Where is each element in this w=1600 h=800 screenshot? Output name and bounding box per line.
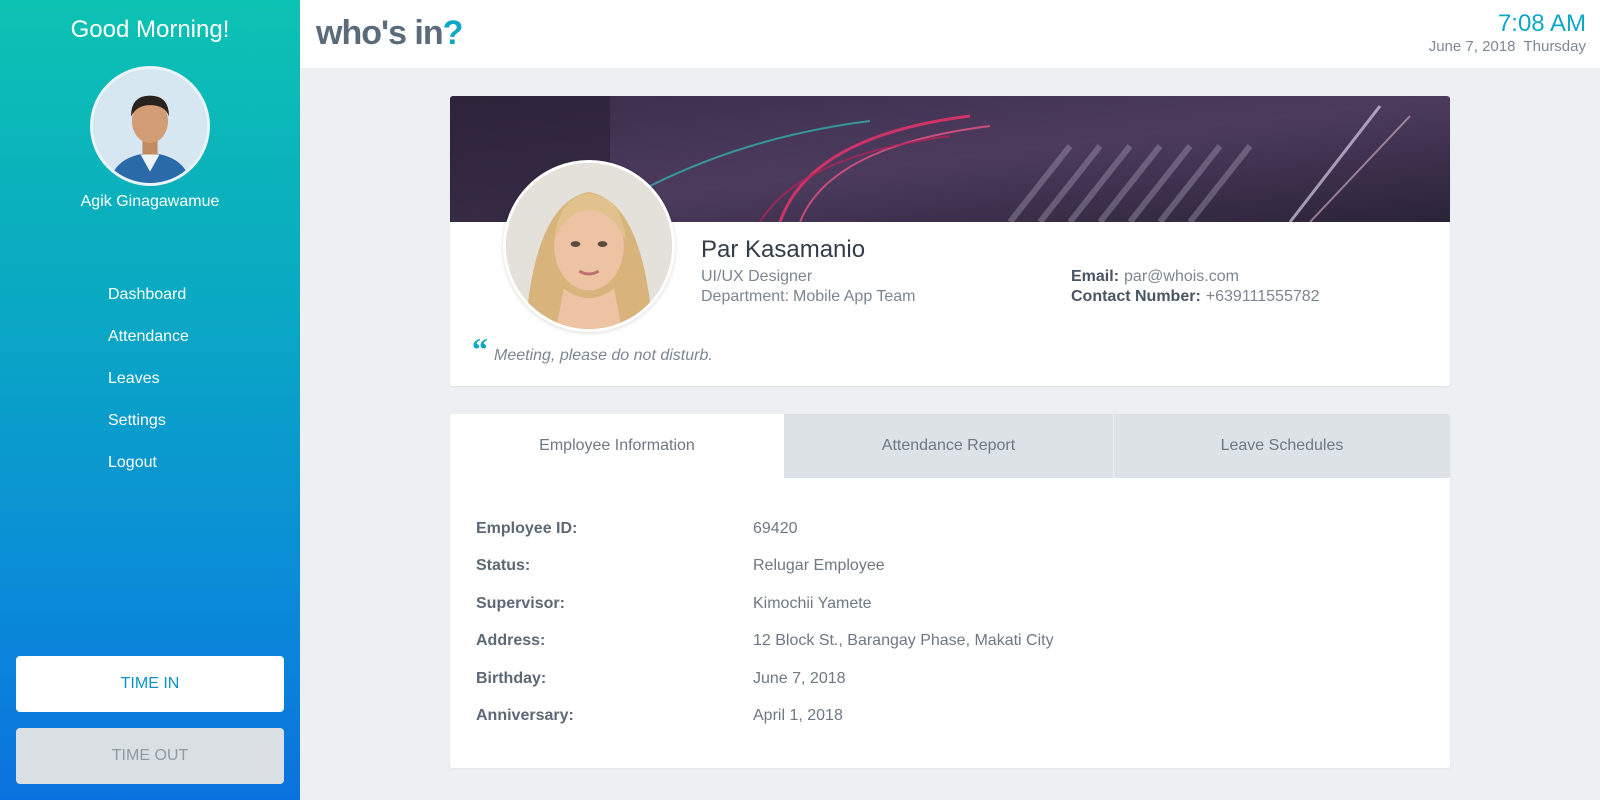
field-label: Supervisor: (476, 594, 565, 612)
logo-question-mark: ? (442, 14, 464, 52)
field-value: April 1, 2018 (753, 707, 843, 725)
field-row-employee-id: Employee ID: 69420 (476, 510, 1054, 548)
time-out-button[interactable]: TIME OUT (16, 728, 284, 784)
field-row-status: Status: Relugar Employee (476, 548, 1054, 586)
date-text: June 7, 2018 (1428, 38, 1516, 55)
field-row-address: Address: 12 Block St., Barangay Phase, M… (476, 623, 1054, 661)
profile-card: Par Kasamanio UI/UX Designer Department:… (450, 96, 1450, 386)
info-tabs: Employee Information Attendance Report L… (450, 414, 1450, 478)
employee-info-card: Employee Information Attendance Report L… (450, 414, 1450, 768)
top-bar: who's in? 7:08 AM June 7, 2018 Thursday (300, 0, 1600, 68)
clock-date: June 7, 2018 Thursday (1429, 38, 1586, 55)
employee-photo (503, 160, 675, 332)
field-value: Kimochii Yamete (753, 594, 872, 612)
tab-attendance-report[interactable]: Attendance Report (784, 414, 1114, 478)
nav-item-logout[interactable]: Logout (108, 442, 189, 484)
app-logo[interactable]: who's in? (316, 14, 464, 53)
employee-email: Email: par@whois.com (1071, 268, 1239, 286)
greeting-text: Good Morning! (70, 16, 230, 43)
contact-label: Contact Number: (1071, 288, 1201, 305)
sidebar: Good Morning! Agik Ginagawamue Dashboard… (0, 0, 300, 800)
field-value: 69420 (753, 519, 798, 537)
employee-title: UI/UX Designer (701, 268, 813, 285)
field-row-supervisor: Supervisor: Kimochii Yamete (476, 585, 1054, 623)
quote-icon: “ (472, 331, 488, 367)
field-label: Birthday: (476, 669, 547, 687)
clock-time: 7:08 AM (1497, 10, 1586, 37)
nav-item-settings[interactable]: Settings (108, 400, 189, 442)
employee-fields: Employee ID: 69420 Status: Relugar Emplo… (476, 510, 1054, 735)
day-text: Thursday (1523, 38, 1586, 55)
nav-item-attendance[interactable]: Attendance (108, 316, 189, 358)
employee-name: Par Kasamanio (701, 236, 866, 263)
employee-department: Department: Mobile App Team (701, 288, 916, 306)
field-value: June 7, 2018 (753, 669, 846, 687)
status-quote: Meeting, please do not disturb. (494, 347, 713, 364)
department-value: Mobile App Team (793, 288, 916, 305)
user-name: Agik Ginagawamue (80, 193, 220, 210)
field-label: Employee ID: (476, 519, 578, 537)
field-label: Status: (476, 557, 531, 575)
department-label: Department: (701, 288, 790, 305)
sidebar-nav: Dashboard Attendance Leaves Settings Log… (108, 274, 189, 484)
nav-item-leaves[interactable]: Leaves (108, 358, 189, 400)
tab-leave-schedules[interactable]: Leave Schedules (1114, 414, 1450, 478)
contact-value: +639111555782 (1205, 288, 1320, 305)
field-row-birthday: Birthday: June 7, 2018 (476, 660, 1054, 698)
field-value: Relugar Employee (753, 557, 885, 575)
field-label: Anniversary: (476, 707, 574, 725)
tab-employee-information[interactable]: Employee Information (450, 414, 784, 478)
field-value: 12 Block St., Barangay Phase, Makati Cit… (753, 632, 1054, 650)
nav-item-dashboard[interactable]: Dashboard (108, 274, 189, 316)
logo-text: who's in (316, 14, 444, 52)
email-value[interactable]: par@whois.com (1124, 268, 1239, 285)
email-label: Email: (1071, 268, 1120, 285)
field-row-anniversary: Anniversary: April 1, 2018 (476, 698, 1054, 736)
field-label: Address: (476, 632, 546, 650)
time-in-button[interactable]: TIME IN (16, 656, 284, 712)
user-avatar[interactable] (90, 66, 210, 186)
employee-contact: Contact Number: +639111555782 (1071, 288, 1320, 306)
